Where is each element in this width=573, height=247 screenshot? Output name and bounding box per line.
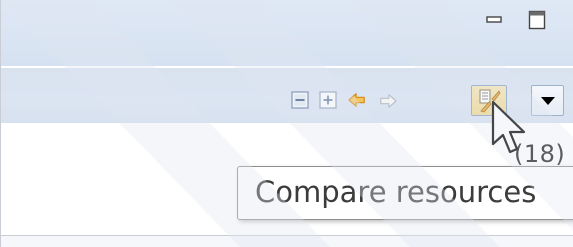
back-arrow-icon[interactable] [348, 91, 366, 109]
tooltip: Compare resources [237, 166, 573, 220]
minimize-icon[interactable] [486, 12, 502, 28]
view-title-bar [1, 0, 573, 66]
collapse-all-icon[interactable] [291, 91, 309, 109]
maximize-icon[interactable] [528, 10, 546, 30]
expand-all-icon[interactable] [319, 91, 337, 109]
forward-arrow-icon[interactable] [379, 92, 397, 110]
content-area [1, 236, 573, 247]
editor-frame: (18) Compare resources [0, 0, 573, 247]
mouse-cursor-icon [491, 100, 526, 154]
tooltip-text: Compare resources [255, 175, 537, 209]
chevron-down-icon [541, 97, 555, 105]
